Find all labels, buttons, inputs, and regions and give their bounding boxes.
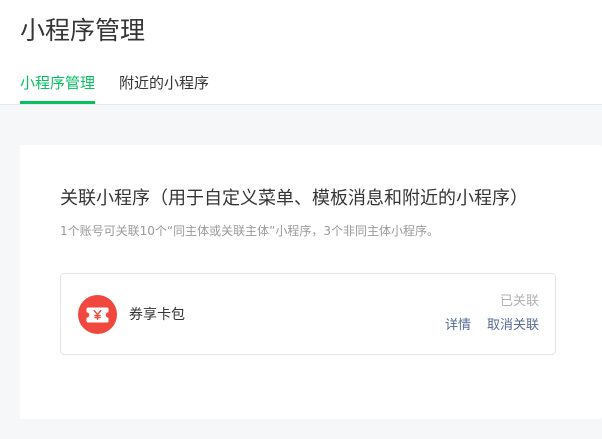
miniprogram-name: 券享卡包 <box>129 307 185 323</box>
section-title: 关联小程序（用于自定义菜单、模板消息和附近的小程序） <box>60 188 528 209</box>
coupon-ticket-icon <box>78 295 117 334</box>
page-header: 小程序管理 小程序管理 附近的小程序 <box>0 0 602 105</box>
unlink-link[interactable]: 取消关联 <box>487 316 539 336</box>
tab-miniprogram-management[interactable]: 小程序管理 <box>20 71 96 104</box>
linked-miniprograms-card: 关联小程序（用于自定义菜单、模板消息和附近的小程序） 1个账号可关联10个“同主… <box>20 145 602 419</box>
page-title: 小程序管理 <box>20 16 146 45</box>
link-status: 已关联 <box>499 294 539 309</box>
item-actions: 详情 取消关联 <box>445 316 539 336</box>
section-description: 1个账号可关联10个“同主体或关联主体”小程序，3个非同主体小程序。 <box>60 224 439 238</box>
linked-miniprogram-item: 券享卡包 已关联 详情 取消关联 <box>60 273 556 355</box>
tab-bar: 小程序管理 附近的小程序 <box>20 71 209 104</box>
tab-nearby-miniprograms[interactable]: 附近的小程序 <box>119 71 209 104</box>
details-link[interactable]: 详情 <box>445 316 471 336</box>
